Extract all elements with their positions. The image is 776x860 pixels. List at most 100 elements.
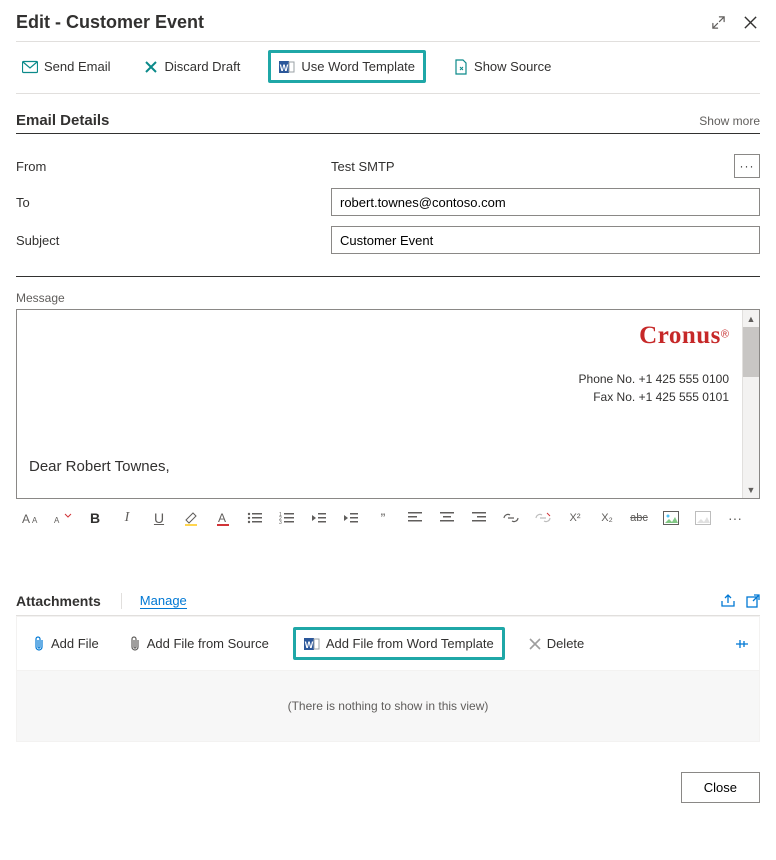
dialog-title: Edit - Customer Event [16,12,204,33]
highlight-color-icon[interactable] [182,509,200,527]
message-label: Message [16,291,760,305]
header-controls [708,13,760,33]
from-value: Test SMTP [331,159,728,174]
send-email-button[interactable]: Send Email [16,55,116,78]
scroll-thumb[interactable] [743,327,759,377]
add-file-from-source-label: Add File from Source [147,636,269,651]
link-icon[interactable] [502,509,520,527]
strikethrough-button[interactable]: abc [630,509,648,527]
scroll-up-icon[interactable]: ▲ [743,310,759,327]
svg-text:A: A [54,516,60,525]
dialog-header: Edit - Customer Event [16,12,760,41]
send-email-icon [22,60,38,74]
align-left-icon[interactable] [406,509,424,527]
add-file-button[interactable]: Add File [27,632,105,656]
from-ellipsis-button[interactable]: ··· [734,154,760,178]
attachments-title: Attachments [16,593,122,609]
quote-button[interactable]: ” [374,509,392,527]
align-center-icon[interactable] [438,509,456,527]
delete-label: Delete [547,636,585,651]
add-file-from-word-template-button[interactable]: W Add File from Word Template [293,627,505,660]
font-size-down-icon[interactable]: A [54,509,72,527]
to-input[interactable] [331,188,760,216]
word-template-icon: W [279,60,295,74]
phone-line: Phone No. +1 425 555 0100 [29,370,729,388]
font-color-icon[interactable]: A [214,509,232,527]
to-row: To [16,188,760,216]
show-source-icon [454,59,468,75]
indent-icon[interactable] [342,509,360,527]
attachments-empty-state: (There is nothing to show in this view) [16,671,760,742]
delete-icon [529,638,541,650]
discard-draft-button[interactable]: Discard Draft [138,55,246,78]
from-label: From [16,159,331,174]
show-source-button[interactable]: Show Source [448,55,557,79]
attachments-toolbar: Add File Add File from Source W Add File… [16,616,760,671]
attachments-header: Attachments Manage [16,593,760,616]
outdent-icon[interactable] [310,509,328,527]
close-icon[interactable] [740,13,760,33]
use-word-template-label: Use Word Template [301,59,415,74]
add-file-label: Add File [51,636,99,651]
pin-icon[interactable] [733,637,749,651]
font-size-up-icon[interactable]: AA [22,509,40,527]
brand-block: Cronus® [29,322,729,350]
manage-link[interactable]: Manage [140,593,187,609]
email-fields: From Test SMTP ··· To Subject [16,154,760,254]
align-right-icon[interactable] [470,509,488,527]
contact-block: Phone No. +1 425 555 0100 Fax No. +1 425… [29,370,729,406]
add-file-from-source-button[interactable]: Add File from Source [123,632,275,656]
show-source-label: Show Source [474,59,551,74]
svg-text:A: A [22,512,30,525]
share-icon[interactable] [720,594,736,608]
scroll-track[interactable] [743,327,759,481]
editor-scrollbar[interactable]: ▲ ▼ [742,310,759,498]
discard-icon [144,60,158,74]
subject-label: Subject [16,233,331,248]
message-content[interactable]: Cronus® Phone No. +1 425 555 0100 Fax No… [17,310,759,498]
dialog-edit-customer-event: Edit - Customer Event Send Email Discard… [0,0,776,819]
svg-text:A: A [218,511,226,525]
brand-registered: ® [721,328,729,340]
subscript-button[interactable]: X₂ [598,509,616,527]
show-more-link[interactable]: Show more [699,114,760,128]
bullet-list-icon[interactable] [246,509,264,527]
email-details-title: Email Details [16,112,109,129]
dialog-footer: Close [16,772,760,803]
subject-input[interactable] [331,226,760,254]
svg-text:W: W [280,63,289,73]
svg-text:W: W [305,640,314,650]
svg-text:A: A [32,516,38,525]
attachments-empty-text: (There is nothing to show in this view) [288,699,489,713]
numbered-list-icon[interactable]: 123 [278,509,296,527]
attach-source-icon [129,636,141,652]
use-word-template-button[interactable]: W Use Word Template [268,50,426,83]
fax-line: Fax No. +1 425 555 0101 [29,388,729,406]
word-icon: W [304,637,320,651]
discard-draft-label: Discard Draft [164,59,240,74]
more-options-button[interactable]: ··· [726,509,744,527]
from-row: From Test SMTP ··· [16,154,760,178]
superscript-button[interactable]: X² [566,509,584,527]
attachments-header-actions [720,594,760,608]
popout-icon[interactable] [746,594,760,608]
underline-button[interactable]: U [150,509,168,527]
action-toolbar: Send Email Discard Draft W Use Word Temp… [16,41,760,94]
rich-text-toolbar: AA A B I U A 123 ” X² X₂ abc ··· [16,499,760,537]
expand-icon[interactable] [708,13,728,33]
section-divider [16,276,760,277]
italic-button[interactable]: I [118,509,136,527]
svg-text:3: 3 [279,520,282,525]
insert-image-icon[interactable] [662,509,680,527]
bold-button[interactable]: B [86,509,104,527]
email-details-header: Email Details Show more [16,112,760,134]
attach-icon [33,636,45,652]
message-editor[interactable]: Cronus® Phone No. +1 425 555 0100 Fax No… [16,309,760,499]
delete-button[interactable]: Delete [523,632,591,655]
send-email-label: Send Email [44,59,110,74]
to-label: To [16,195,331,210]
insert-image-disabled-icon[interactable] [694,509,712,527]
close-button[interactable]: Close [681,772,760,803]
unlink-icon[interactable] [534,509,552,527]
scroll-down-icon[interactable]: ▼ [743,481,759,498]
